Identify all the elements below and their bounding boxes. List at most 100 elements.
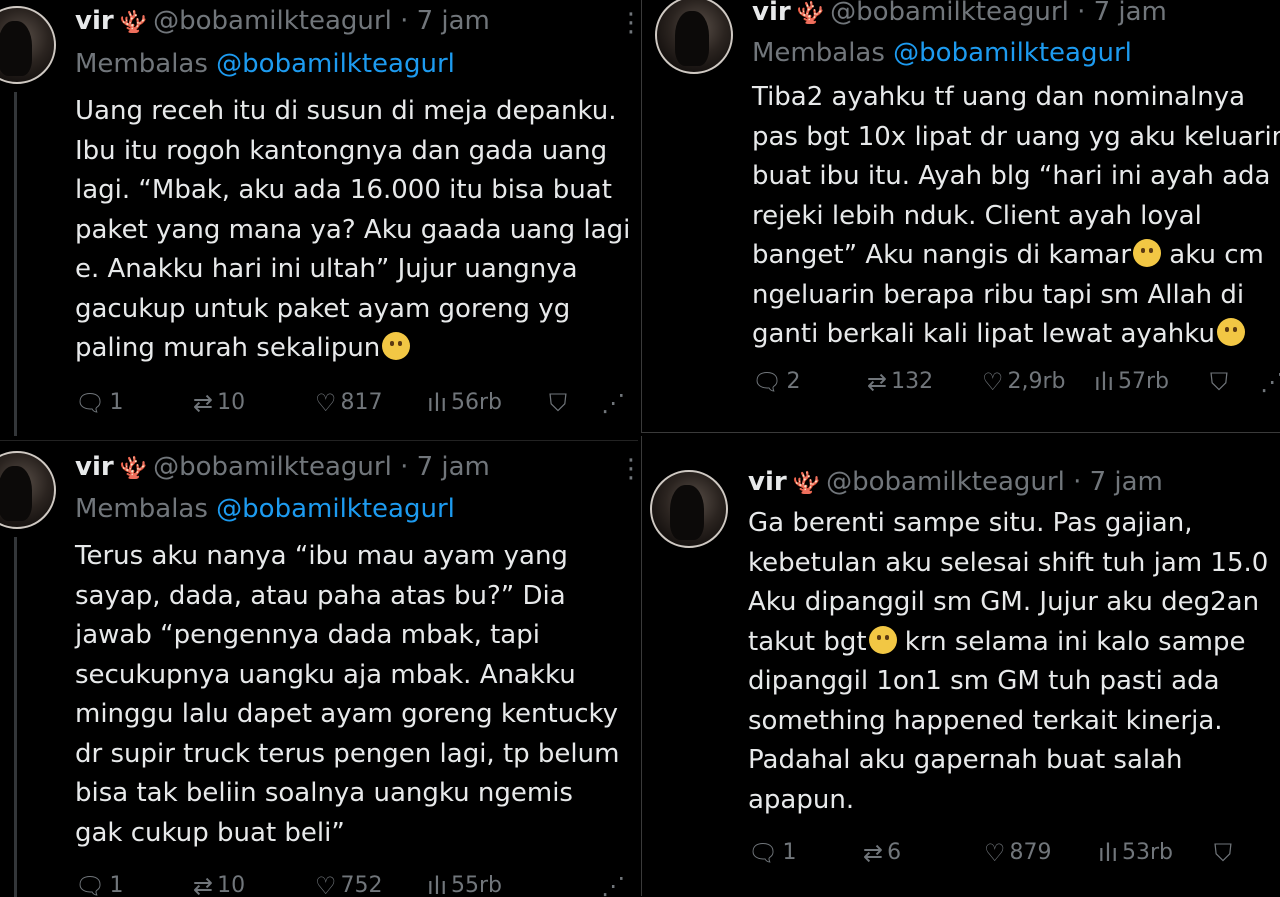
tweet-text: Terus aku nanya “ibu mau ayam yang sayap… [75, 537, 619, 853]
reply-mention-link[interactable]: @bobamilkteagurl [216, 49, 455, 79]
tweet-card-3[interactable]: vir🪸@bobamilkteagurl · 7 jam ⋮ Membalas … [0, 440, 638, 897]
repost-button[interactable]: ⇄ 10 [193, 388, 245, 418]
crying-face-emoji-icon [1216, 318, 1245, 346]
user-handle[interactable]: @bobamilkteagurl [153, 6, 392, 36]
display-name[interactable]: vir [75, 6, 114, 36]
tweet-text-line: kebetulan aku selesai shift tuh jam 15.0 [748, 547, 1269, 578]
tweet-text: Ga berenti sampe situ. Pas gajian, kebet… [748, 504, 1268, 820]
tweet-text-line: secukupnya uangku aja mbak. Anakku [75, 659, 576, 690]
timestamp[interactable]: · 7 jam [400, 452, 490, 482]
user-handle[interactable]: @bobamilkteagurl [830, 0, 1069, 27]
like-button[interactable]: ♡ 879 [984, 838, 1052, 868]
reply-count: 2 [786, 369, 801, 394]
like-count: 2,9rb [1007, 369, 1066, 394]
avatar[interactable] [0, 6, 56, 84]
share-button[interactable]: ⋰ [1260, 367, 1280, 397]
heart-icon: ♡ [982, 368, 1004, 396]
tweet-card-2[interactable]: vir 🪸 @bobamilkteagurl · 7 jam Membalas @b… [641, 0, 1280, 433]
more-options-icon[interactable]: ⋮ [618, 10, 638, 36]
coral-emoji-icon: 🪸 [119, 456, 148, 481]
tweet-text-line: Tiba2 ayahku tf uang dan nominalnya [752, 82, 1246, 112]
tweet-text: Tiba2 ayahku tf uang dan nominalnya pas … [752, 78, 1280, 355]
reply-button[interactable]: 🗨 1 [75, 388, 123, 418]
timestamp[interactable]: · 7 jam [400, 6, 490, 36]
reply-count: 1 [782, 840, 797, 865]
reply-button[interactable]: 🗨 2 [752, 367, 800, 397]
views-button[interactable]: ılı 57rb [1094, 367, 1169, 397]
bookmark-icon: ⛉ [1214, 839, 1232, 867]
tweet-text-line: apapun. [748, 784, 855, 815]
bookmark-icon: ⛉ [1210, 368, 1228, 396]
tweet-text-line: rejeki lebih nduk. Client ayah loyal [752, 200, 1202, 231]
like-count: 817 [340, 390, 383, 415]
like-count: 879 [1009, 840, 1052, 865]
timestamp[interactable]: · 7 jam [1073, 467, 1163, 497]
display-name[interactable]: vir [75, 452, 114, 482]
sad-face-emoji-icon [868, 625, 897, 654]
crying-face-emoji-icon [1133, 239, 1162, 267]
action-bar: 🗨2 ⇄132 ♡2,9rb ılı57rb ⛉ ⋰ [752, 367, 1280, 399]
action-bar: 🗨 1 ⇄ 10 ♡ 817 ılı 56rb ⛉ ⋰ [75, 388, 635, 420]
views-icon: ılı [1094, 368, 1115, 396]
reply-context: Membalas @bobamilkteagurl [752, 37, 1132, 69]
tweet-text-line: something happened terkait kinerja. [748, 705, 1223, 736]
tweet-card-4[interactable]: vir 🪸 @bobamilkteagurl · 7 jam Ga berenti … [641, 436, 1280, 896]
repost-button[interactable]: ⇄ 132 [867, 367, 933, 397]
repost-button[interactable]: ⇄ 6 [863, 838, 901, 868]
avatar[interactable] [0, 451, 56, 529]
reply-icon: 🗨 [748, 839, 779, 867]
tweet-text-line: banget” Aku nangis di kamar aku cm [752, 239, 1264, 270]
timestamp[interactable]: · 7 jam [1077, 0, 1167, 27]
views-button[interactable]: ılı 53rb [1098, 838, 1173, 868]
like-button[interactable]: ♡ 752 [315, 871, 383, 897]
tweet-text-line: Terus aku nanya “ibu mau ayam yang [75, 541, 568, 571]
bookmark-button[interactable]: ⛉ [1214, 838, 1232, 868]
reply-icon: 🗨 [75, 872, 106, 897]
tweet-header: vir 🪸 @bobamilkteagurl · 7 jam [75, 5, 490, 39]
tweet-text-line: gak cukup buat beli” [75, 817, 345, 848]
reply-count: 1 [109, 390, 124, 415]
repost-icon: ⇄ [193, 872, 214, 897]
tweet-text-line: Aku dipanggil sm GM. Jujur aku deg2an [748, 587, 1260, 617]
share-icon: ⋰ [1260, 367, 1280, 397]
views-icon: ılı [1098, 839, 1119, 867]
heart-icon: ♡ [984, 839, 1006, 867]
tweet-text-line: dipanggil 1on1 sm GM tuh pasti ada [748, 666, 1220, 696]
avatar[interactable] [650, 470, 728, 548]
action-bar: 🗨 1 ⇄ 10 ♡ 752 ılı 55rb ⋰ [75, 871, 635, 897]
display-name[interactable]: vir [748, 467, 787, 497]
action-bar: 🗨 1 ⇄ 6 ♡ 879 ılı 53rb ⛉ [748, 838, 1280, 870]
reply-button[interactable]: 🗨 1 [75, 871, 123, 897]
tweet-card-1[interactable]: vir 🪸 @bobamilkteagurl · 7 jam ⋮ Membalas … [0, 0, 638, 436]
bookmark-button[interactable]: ⛉ [549, 388, 567, 418]
user-handle[interactable]: @bobamilkteagurl [826, 467, 1065, 497]
reply-prefix: Membalas [75, 49, 208, 79]
display-name[interactable]: vir [752, 0, 791, 27]
views-icon: ılı [427, 872, 448, 897]
more-options-icon[interactable]: ⋮ [618, 456, 638, 482]
views-button[interactable]: ılı 55rb [427, 871, 502, 897]
tweet-header: vir 🪸 @bobamilkteagurl · 7 jam [752, 0, 1167, 30]
share-button[interactable]: ⋰ [601, 388, 625, 418]
tweet-text-line: Ibu itu rogoh kantongnya dan gada uang [75, 135, 608, 166]
reply-prefix: Membalas [75, 494, 208, 524]
thread-line [14, 537, 17, 897]
reply-mention-link[interactable]: @bobamilkteagurl [216, 494, 455, 524]
reply-button[interactable]: 🗨 1 [748, 838, 796, 868]
tweet-text-line: jawab “pengennya dada mbak, tapi [75, 620, 540, 650]
tweet-text-line: minggu lalu dapet ayam goreng kentucky [75, 699, 619, 729]
avatar[interactable] [655, 0, 733, 74]
heart-icon: ♡ [315, 389, 337, 417]
repost-button[interactable]: ⇄ 10 [193, 871, 245, 897]
tweet-text-line: Padahal aku gapernah buat salah [748, 745, 1183, 775]
user-handle[interactable]: @bobamilkteagurl [153, 452, 392, 482]
views-button[interactable]: ılı 56rb [427, 388, 502, 418]
tweet-text-line: Uang receh itu di susun di meja depanku. [75, 96, 617, 126]
like-button[interactable]: ♡ 817 [315, 388, 383, 418]
share-button[interactable]: ⋰ [601, 871, 625, 897]
tweet-text-line: paket yang mana ya? Aku gaada uang lagi [75, 214, 631, 245]
like-button[interactable]: ♡ 2,9rb [982, 367, 1066, 397]
repost-icon: ⇄ [867, 368, 888, 396]
bookmark-button[interactable]: ⛉ [1210, 367, 1228, 397]
reply-mention-link[interactable]: @bobamilkteagurl [893, 38, 1132, 68]
